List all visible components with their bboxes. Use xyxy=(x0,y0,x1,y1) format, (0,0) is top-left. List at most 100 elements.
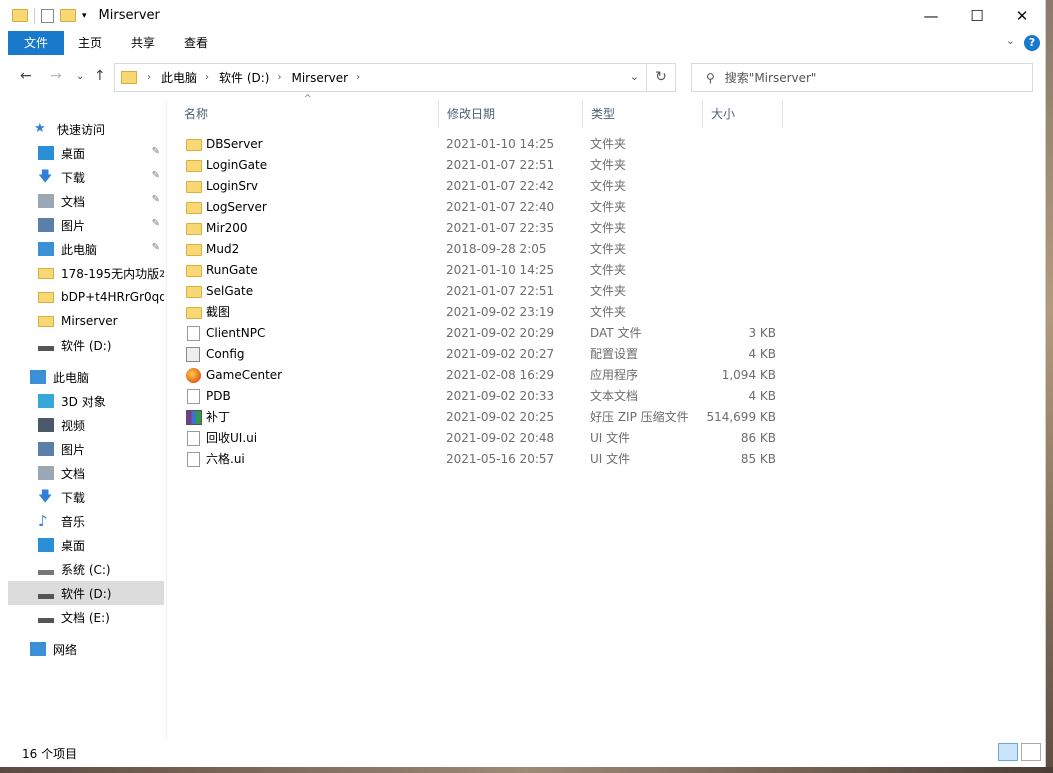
details-view-icon[interactable] xyxy=(998,743,1018,761)
sidebar-item[interactable]: 软件 (D:) xyxy=(8,581,164,605)
sidebar-item[interactable]: 网络 xyxy=(8,637,164,661)
file-row[interactable]: LoginSrv 2021-01-07 22:42 文件夹 xyxy=(184,176,784,197)
chevron-right-icon[interactable]: › xyxy=(205,72,209,83)
pin-icon: ✎ xyxy=(151,194,160,205)
file-row[interactable]: SelGate 2021-01-07 22:51 文件夹 xyxy=(184,281,784,302)
sidebar-item-label: 视频 xyxy=(61,418,86,433)
tab-home[interactable]: 主页 xyxy=(70,31,110,55)
sidebar-item[interactable]: 桌面 xyxy=(8,533,164,557)
sidebar-item[interactable]: 软件 (D:) xyxy=(8,333,164,357)
file-row[interactable]: LogServer 2021-01-07 22:40 文件夹 xyxy=(184,197,784,218)
sidebar-item[interactable]: ★ 快速访问 xyxy=(8,117,164,141)
file-date: 2018-09-28 2:05 xyxy=(446,242,547,256)
new-folder-icon[interactable] xyxy=(60,9,76,22)
column-header-size[interactable]: 大小 xyxy=(703,100,783,128)
file-row[interactable]: 六格.ui 2021-05-16 20:57 UI 文件 85 KB xyxy=(184,449,784,470)
file-type: UI 文件 xyxy=(590,431,631,445)
file-row[interactable]: Mud2 2018-09-28 2:05 文件夹 xyxy=(184,239,784,260)
chevron-down-icon[interactable]: ⌄ xyxy=(630,70,639,83)
folder-icon xyxy=(12,9,28,22)
customize-toolbar-icon[interactable]: ▾ xyxy=(82,11,87,21)
sidebar-item[interactable]: 视频 xyxy=(8,413,164,437)
file-row[interactable]: 回收UI.ui 2021-09-02 20:48 UI 文件 86 KB xyxy=(184,428,784,449)
forward-arrow-icon[interactable]: → xyxy=(50,68,62,84)
help-icon[interactable]: ? xyxy=(1024,35,1040,51)
breadcrumb-this-pc[interactable]: 此电脑 xyxy=(161,69,197,86)
file-row[interactable]: RunGate 2021-01-10 14:25 文件夹 xyxy=(184,260,784,281)
file-row[interactable]: PDB 2021-09-02 20:33 文本文档 4 KB xyxy=(184,386,784,407)
sidebar-item[interactable]: Mirserver xyxy=(8,309,164,333)
up-arrow-icon[interactable]: ↑ xyxy=(94,68,106,84)
file-row[interactable]: DBServer 2021-01-10 14:25 文件夹 xyxy=(184,134,784,155)
search-box[interactable]: ⚲ 搜索"Mirserver" xyxy=(691,63,1033,92)
sidebar-item[interactable]: 🡇 下载 xyxy=(8,485,164,509)
sidebar-item[interactable]: 文档 xyxy=(8,461,164,485)
desktop-background-bottom xyxy=(0,767,1053,773)
sidebar-item[interactable]: 图片 ✎ xyxy=(8,213,164,237)
maximize-button[interactable]: ☐ xyxy=(954,0,1000,31)
back-arrow-icon[interactable]: ← xyxy=(20,68,32,84)
file-date: 2021-01-10 14:25 xyxy=(446,263,555,277)
column-header-type[interactable]: 类型 xyxy=(583,100,703,128)
address-bar[interactable]: › 此电脑 › 软件 (D:) › Mirserver › ⌄ ↻ xyxy=(114,63,676,92)
file-row[interactable]: ClientNPC 2021-09-02 20:29 DAT 文件 3 KB xyxy=(184,323,784,344)
refresh-icon[interactable]: ↻ xyxy=(646,64,675,91)
column-header-name[interactable]: 名称 xyxy=(176,100,439,128)
recent-locations-icon[interactable]: ⌄ xyxy=(76,71,84,82)
chevron-right-icon[interactable]: › xyxy=(277,72,281,83)
sidebar-item[interactable]: 此电脑 ✎ xyxy=(8,237,164,261)
sidebar-item[interactable]: bDP+t4HRrGr0qq xyxy=(8,285,164,309)
file-date: 2021-01-07 22:35 xyxy=(446,221,555,235)
breadcrumb-drive-d[interactable]: 软件 (D:) xyxy=(219,69,269,86)
tab-file[interactable]: 文件 xyxy=(8,31,64,55)
sidebar-item[interactable]: 文档 (E:) xyxy=(8,605,164,629)
sidebar-item[interactable]: 文档 ✎ xyxy=(8,189,164,213)
file-row[interactable]: Config 2021-09-02 20:27 配置设置 4 KB xyxy=(184,344,784,365)
drive-icon xyxy=(38,617,54,623)
file-type: 文件夹 xyxy=(590,263,627,277)
sidebar-item[interactable]: 178-195无内功版本 xyxy=(8,261,164,285)
file-type: 文件夹 xyxy=(590,221,627,235)
file-date: 2021-02-08 16:29 xyxy=(446,368,555,382)
file-size xyxy=(704,155,776,176)
folder-icon xyxy=(38,267,54,279)
file-row[interactable]: Mir200 2021-01-07 22:35 文件夹 xyxy=(184,218,784,239)
chevron-right-icon[interactable]: › xyxy=(356,72,360,83)
close-button[interactable]: ✕ xyxy=(999,0,1045,31)
sidebar-item[interactable]: 3D 对象 xyxy=(8,389,164,413)
file-date: 2021-01-07 22:51 xyxy=(446,158,555,172)
file-name: LoginSrv xyxy=(206,179,259,193)
folder-icon xyxy=(38,315,54,327)
file-row[interactable]: 截图 2021-09-02 23:19 文件夹 xyxy=(184,302,784,323)
drive-icon xyxy=(38,593,54,599)
file-size xyxy=(704,176,776,197)
expand-ribbon-icon[interactable]: ⌄ xyxy=(1006,34,1015,47)
computer-icon xyxy=(38,242,54,256)
sidebar-item-label: 软件 (D:) xyxy=(61,586,112,601)
breadcrumb-mirserver[interactable]: Mirserver xyxy=(291,71,348,85)
sidebar-item-label: 网络 xyxy=(53,642,78,657)
tab-view[interactable]: 查看 xyxy=(176,31,216,55)
column-header-date[interactable]: 修改日期 xyxy=(439,100,583,128)
sidebar-item[interactable]: 图片 xyxy=(8,437,164,461)
pin-icon: ✎ xyxy=(151,146,160,157)
sidebar-item-label: 下载 xyxy=(61,490,86,505)
properties-icon[interactable] xyxy=(41,8,54,23)
file-row[interactable]: 补丁 2021-09-02 20:25 好压 ZIP 压缩文件 514,699 KB xyxy=(184,407,784,428)
file-type: 好压 ZIP 压缩文件 xyxy=(590,410,689,424)
sidebar-item[interactable]: ♪ 音乐 xyxy=(8,509,164,533)
sidebar-item[interactable]: 此电脑 xyxy=(8,365,164,389)
large-icons-view-icon[interactable] xyxy=(1021,743,1041,761)
sidebar-item[interactable]: 系统 (C:) xyxy=(8,557,164,581)
minimize-button[interactable]: — xyxy=(908,0,954,31)
tab-share[interactable]: 共享 xyxy=(123,31,163,55)
settings-file-icon xyxy=(186,347,200,362)
sidebar-item[interactable]: 桌面 ✎ xyxy=(8,141,164,165)
file-row[interactable]: GameCenter 2021-02-08 16:29 应用程序 1,094 KB xyxy=(184,365,784,386)
chevron-right-icon[interactable]: › xyxy=(147,72,151,83)
search-input[interactable]: 搜索"Mirserver" xyxy=(725,69,817,86)
application-icon xyxy=(186,368,201,383)
file-row[interactable]: LoginGate 2021-01-07 22:51 文件夹 xyxy=(184,155,784,176)
folder-icon xyxy=(186,139,202,151)
sidebar-item[interactable]: 🡇 下载 ✎ xyxy=(8,165,164,189)
